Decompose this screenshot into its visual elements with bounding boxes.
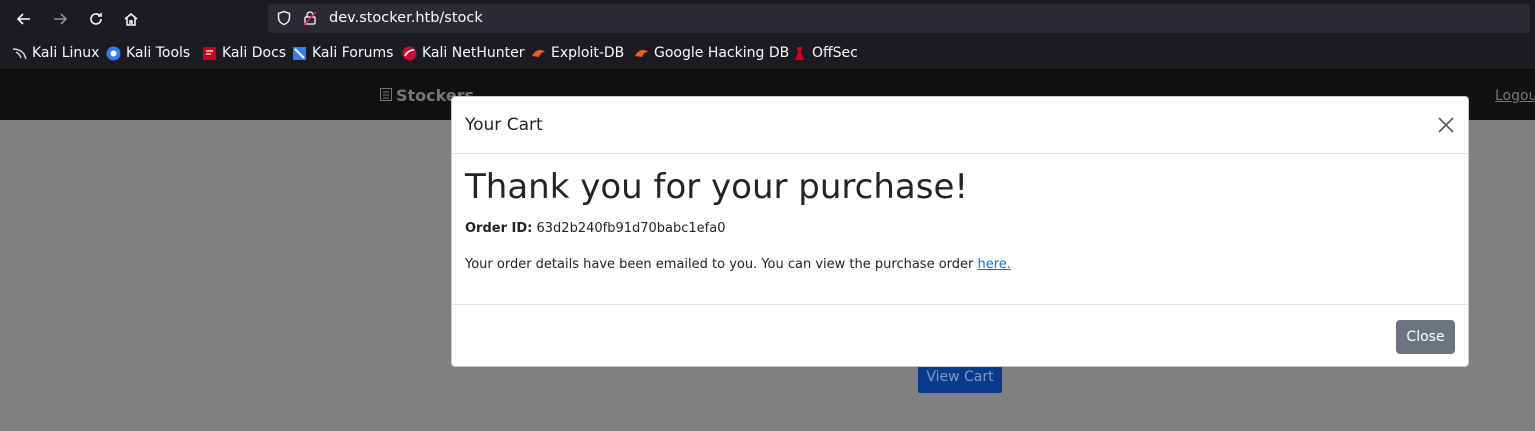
close-button[interactable]: Close (1396, 320, 1455, 354)
order-id-value: 63d2b240fb91d70babc1efa0 (536, 221, 726, 236)
bookmark-offsec[interactable]: OffSec (792, 44, 858, 62)
purchase-heading: Thank you for your purchase! (465, 167, 968, 207)
forward-arrow-icon[interactable] (48, 7, 72, 31)
shield-icon[interactable] (276, 10, 292, 30)
insecure-lock-icon[interactable] (302, 10, 318, 30)
order-id-line: Order ID: 63d2b240fb91d70babc1efa0 (465, 221, 726, 236)
modal-footer: Close (452, 304, 1468, 366)
reload-icon[interactable] (84, 7, 108, 31)
bookmarks-bar: Kali Linux Kali Tools Kali Docs Kali For… (0, 38, 1535, 70)
modal-header: Your Cart (452, 97, 1468, 154)
browser-toolbar: dev.stocker.htb/stock (0, 0, 1535, 38)
url-text: dev.stocker.htb/stock (329, 10, 483, 26)
nethunter-icon (402, 46, 417, 61)
emailed-notice: Your order details have been emailed to … (465, 257, 1011, 272)
ghdb-icon (634, 46, 649, 61)
bookmark-kali-nethunter[interactable]: Kali NetHunter (402, 44, 524, 62)
logout-link[interactable]: Logou (1495, 88, 1535, 104)
kali-forums-icon (292, 46, 307, 61)
back-arrow-icon[interactable] (12, 7, 36, 31)
order-id-label: Order ID: (465, 221, 533, 236)
close-x-icon[interactable] (1436, 115, 1456, 135)
offsec-icon (792, 46, 807, 61)
bookmark-kali-forums[interactable]: Kali Forums (292, 44, 393, 62)
purchase-order-link[interactable]: here. (978, 257, 1011, 272)
kali-dragon-icon (12, 46, 27, 61)
emailed-text: Your order details have been emailed to … (465, 257, 974, 272)
bookmark-kali-docs[interactable]: Kali Docs (202, 44, 286, 62)
bookmark-exploit-db[interactable]: Exploit-DB (531, 44, 624, 62)
bookmark-google-hacking-db[interactable]: Google Hacking DB (634, 44, 789, 62)
bookmark-kali-tools[interactable]: Kali Tools (106, 44, 190, 62)
cart-modal: Your Cart Thank you for your purchase! O… (451, 96, 1469, 367)
modal-title: Your Cart (465, 115, 543, 135)
kali-docs-icon (202, 46, 217, 61)
kali-tools-icon (106, 46, 121, 61)
bookmark-kali-linux[interactable]: Kali Linux (12, 44, 99, 62)
home-icon[interactable] (119, 7, 143, 31)
exploitdb-icon (531, 46, 546, 61)
address-bar[interactable]: dev.stocker.htb/stock (268, 4, 1530, 33)
list-icon (380, 86, 392, 105)
